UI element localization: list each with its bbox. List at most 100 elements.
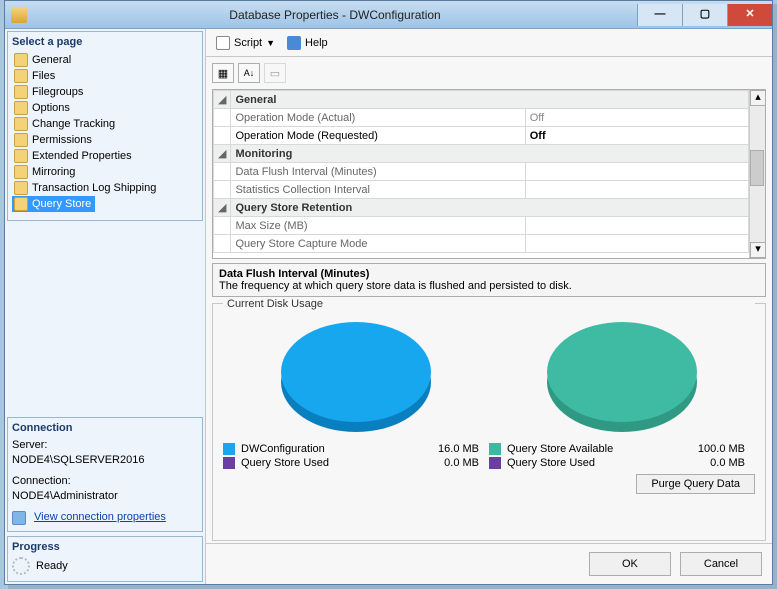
page-icon xyxy=(14,85,28,99)
select-page-title: Select a page xyxy=(12,36,198,48)
legend-swatch xyxy=(223,457,235,469)
sidebar-item-mirroring[interactable]: Mirroring xyxy=(12,164,198,180)
category-retention[interactable]: Query Store Retention xyxy=(231,199,749,217)
sort-az-icon: A↓ xyxy=(244,68,255,78)
view-connection-properties-link[interactable]: View connection properties xyxy=(34,510,166,525)
legend-name: DWConfiguration xyxy=(241,443,429,455)
legend-swatch xyxy=(489,443,501,455)
sidebar-item-label: Filegroups xyxy=(32,86,83,98)
progress-spinner-icon xyxy=(12,557,30,575)
page-icon xyxy=(14,149,28,163)
category-general[interactable]: General xyxy=(231,91,749,109)
server-value: NODE4\SQLSERVER2016 xyxy=(12,453,198,468)
link-icon xyxy=(12,511,26,525)
legend-left: DWConfiguration16.0 MBQuery Store Used0.… xyxy=(223,442,489,470)
legend-value: 0.0 MB xyxy=(695,457,755,469)
script-button[interactable]: Script ▼ xyxy=(212,34,279,52)
sidebar-item-extended-properties[interactable]: Extended Properties xyxy=(12,148,198,164)
sidebar-item-options[interactable]: Options xyxy=(12,100,198,116)
titlebar: Database Properties - DWConfiguration — … xyxy=(5,1,772,29)
server-label: Server: xyxy=(12,438,198,453)
legend-item: Query Store Used0.0 MB xyxy=(489,456,755,470)
page-icon xyxy=(14,53,28,67)
legend-value: 100.0 MB xyxy=(695,443,755,455)
scroll-thumb[interactable] xyxy=(750,150,764,186)
page-icon xyxy=(14,181,28,195)
prop-key-op-mode-requested[interactable]: Operation Mode (Requested) xyxy=(231,127,525,145)
sidebar-item-label: Options xyxy=(32,102,70,114)
legend-value: 0.0 MB xyxy=(429,457,489,469)
purge-query-data-button[interactable]: Purge Query Data xyxy=(636,474,755,494)
page-nav-list: GeneralFiles Filegroups Options Change Trac… xyxy=(12,52,198,214)
page-icon xyxy=(14,197,28,211)
pie-query-store xyxy=(547,322,697,432)
app-icon xyxy=(11,7,27,23)
sidebar-item-label: Query Store xyxy=(32,198,91,210)
prop-val-op-mode-requested[interactable]: Off xyxy=(525,127,748,145)
sidebar-item-general[interactable]: General xyxy=(12,52,198,68)
sidebar-item-files[interactable]: Files xyxy=(12,68,198,84)
ok-button[interactable]: OK xyxy=(589,552,671,576)
dialog-buttons: OK Cancel xyxy=(206,543,772,584)
categorized-button[interactable]: ▦ xyxy=(212,63,234,83)
window-title: Database Properties - DWConfiguration xyxy=(33,8,637,22)
scrollbar[interactable]: ▴ ▾ xyxy=(749,90,765,258)
group-title: Current Disk Usage xyxy=(223,298,755,310)
close-button[interactable]: ✕ xyxy=(727,4,772,26)
legend-name: Query Store Available xyxy=(507,443,695,455)
progress-state: Ready xyxy=(36,560,68,572)
prop-key-stats-interval[interactable]: Statistics Collection Interval xyxy=(231,181,525,199)
prop-key-flush-interval[interactable]: Data Flush Interval (Minutes) xyxy=(231,163,525,181)
sidebar-item-transaction-log-shipping[interactable]: Transaction Log Shipping xyxy=(12,180,198,196)
categorized-icon: ▦ xyxy=(218,67,228,80)
pie-database xyxy=(281,322,431,432)
legend-item: Query Store Available100.0 MB xyxy=(489,442,755,456)
sidebar-item-permissions[interactable]: Permissions xyxy=(12,132,198,148)
cancel-button[interactable]: Cancel xyxy=(680,552,762,576)
prop-key-max-size[interactable]: Max Size (MB) xyxy=(231,217,525,235)
legend-value: 16.0 MB xyxy=(429,443,489,455)
sidebar-item-label: Extended Properties xyxy=(32,150,132,162)
sidebar-item-label: Mirroring xyxy=(32,166,75,178)
progress-title: Progress xyxy=(12,541,198,553)
dialog-window: Database Properties - DWConfiguration — … xyxy=(4,0,773,585)
legend-swatch xyxy=(489,457,501,469)
chevron-down-icon: ▼ xyxy=(266,38,275,48)
pages-icon: ▭ xyxy=(270,67,280,80)
toolbar: Script ▼ Help xyxy=(206,29,772,57)
connection-label: Connection: xyxy=(12,474,198,489)
minimize-button[interactable]: — xyxy=(637,4,682,26)
legend-item: DWConfiguration16.0 MB xyxy=(223,442,489,456)
sidebar-item-query-store[interactable]: Query Store xyxy=(12,196,95,212)
pie-top xyxy=(281,322,431,422)
property-description: Data Flush Interval (Minutes) The freque… xyxy=(212,263,766,297)
legend-right: Query Store Available100.0 MBQuery Store… xyxy=(489,442,755,470)
legend-swatch xyxy=(223,443,235,455)
prop-key-op-mode-actual: Operation Mode (Actual) xyxy=(231,109,525,127)
sidebar-item-filegroups[interactable]: Filegroups xyxy=(12,84,198,100)
maximize-button[interactable]: ▢ xyxy=(682,4,727,26)
legend-item: Query Store Used0.0 MB xyxy=(223,456,489,470)
help-icon xyxy=(287,36,301,50)
desc-title: Data Flush Interval (Minutes) xyxy=(219,268,759,280)
page-icon xyxy=(14,165,28,179)
connection-title: Connection xyxy=(12,422,198,434)
legend-name: Query Store Used xyxy=(507,457,695,469)
help-button[interactable]: Help xyxy=(283,34,332,52)
alphabetical-button[interactable]: A↓ xyxy=(238,63,260,83)
prop-val-op-mode-actual: Off xyxy=(525,109,748,127)
page-icon xyxy=(14,117,28,131)
scroll-up-button[interactable]: ▴ xyxy=(750,90,766,106)
category-monitoring[interactable]: Monitoring xyxy=(231,145,749,163)
scroll-down-button[interactable]: ▾ xyxy=(750,242,766,258)
disk-usage-group: Current Disk Usage DWConfiguration16.0 M… xyxy=(212,303,766,541)
pie-top xyxy=(547,322,697,422)
page-icon xyxy=(14,101,28,115)
sidebar-item-change-tracking[interactable]: Change Tracking xyxy=(12,116,198,132)
sidebar-item-label: Transaction Log Shipping xyxy=(32,182,156,194)
property-pages-button[interactable]: ▭ xyxy=(264,63,286,83)
connection-value: NODE4\Administrator xyxy=(12,489,198,504)
prop-key-capture-mode[interactable]: Query Store Capture Mode xyxy=(231,235,525,253)
script-icon xyxy=(216,36,230,50)
property-grid[interactable]: ◢General Operation Mode (Actual)Off Oper… xyxy=(212,89,766,259)
